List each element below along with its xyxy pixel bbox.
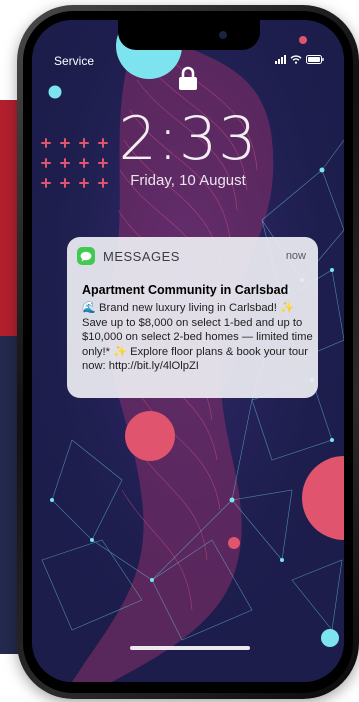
notch [118,20,260,50]
carrier-label: Service [54,54,95,68]
lock-screen: Service 2:33 Friday, 10 August MESSAGES … [32,20,344,682]
lock-date: Friday, 10 August [130,172,246,189]
signal-icon [275,55,286,64]
lock-time: 2:33 [118,104,258,174]
notification-header: MESSAGES now [77,247,306,265]
battery-icon [306,55,324,64]
wifi-icon [290,55,302,64]
front-camera [219,31,227,39]
notification-title: Apartment Community in Carlsbad [82,283,289,297]
notification-timestamp: now [285,250,306,262]
messages-icon [77,247,95,265]
status-icons [275,55,324,64]
home-indicator[interactable] [130,646,250,650]
notification-body: 🌊 Brand new luxury living in Carlsbad! ✨… [82,302,313,373]
lock-icon [178,66,198,96]
notification-app-name: MESSAGES [103,248,180,264]
message-notification[interactable]: MESSAGES now Apartment Community in Carl… [67,237,318,398]
